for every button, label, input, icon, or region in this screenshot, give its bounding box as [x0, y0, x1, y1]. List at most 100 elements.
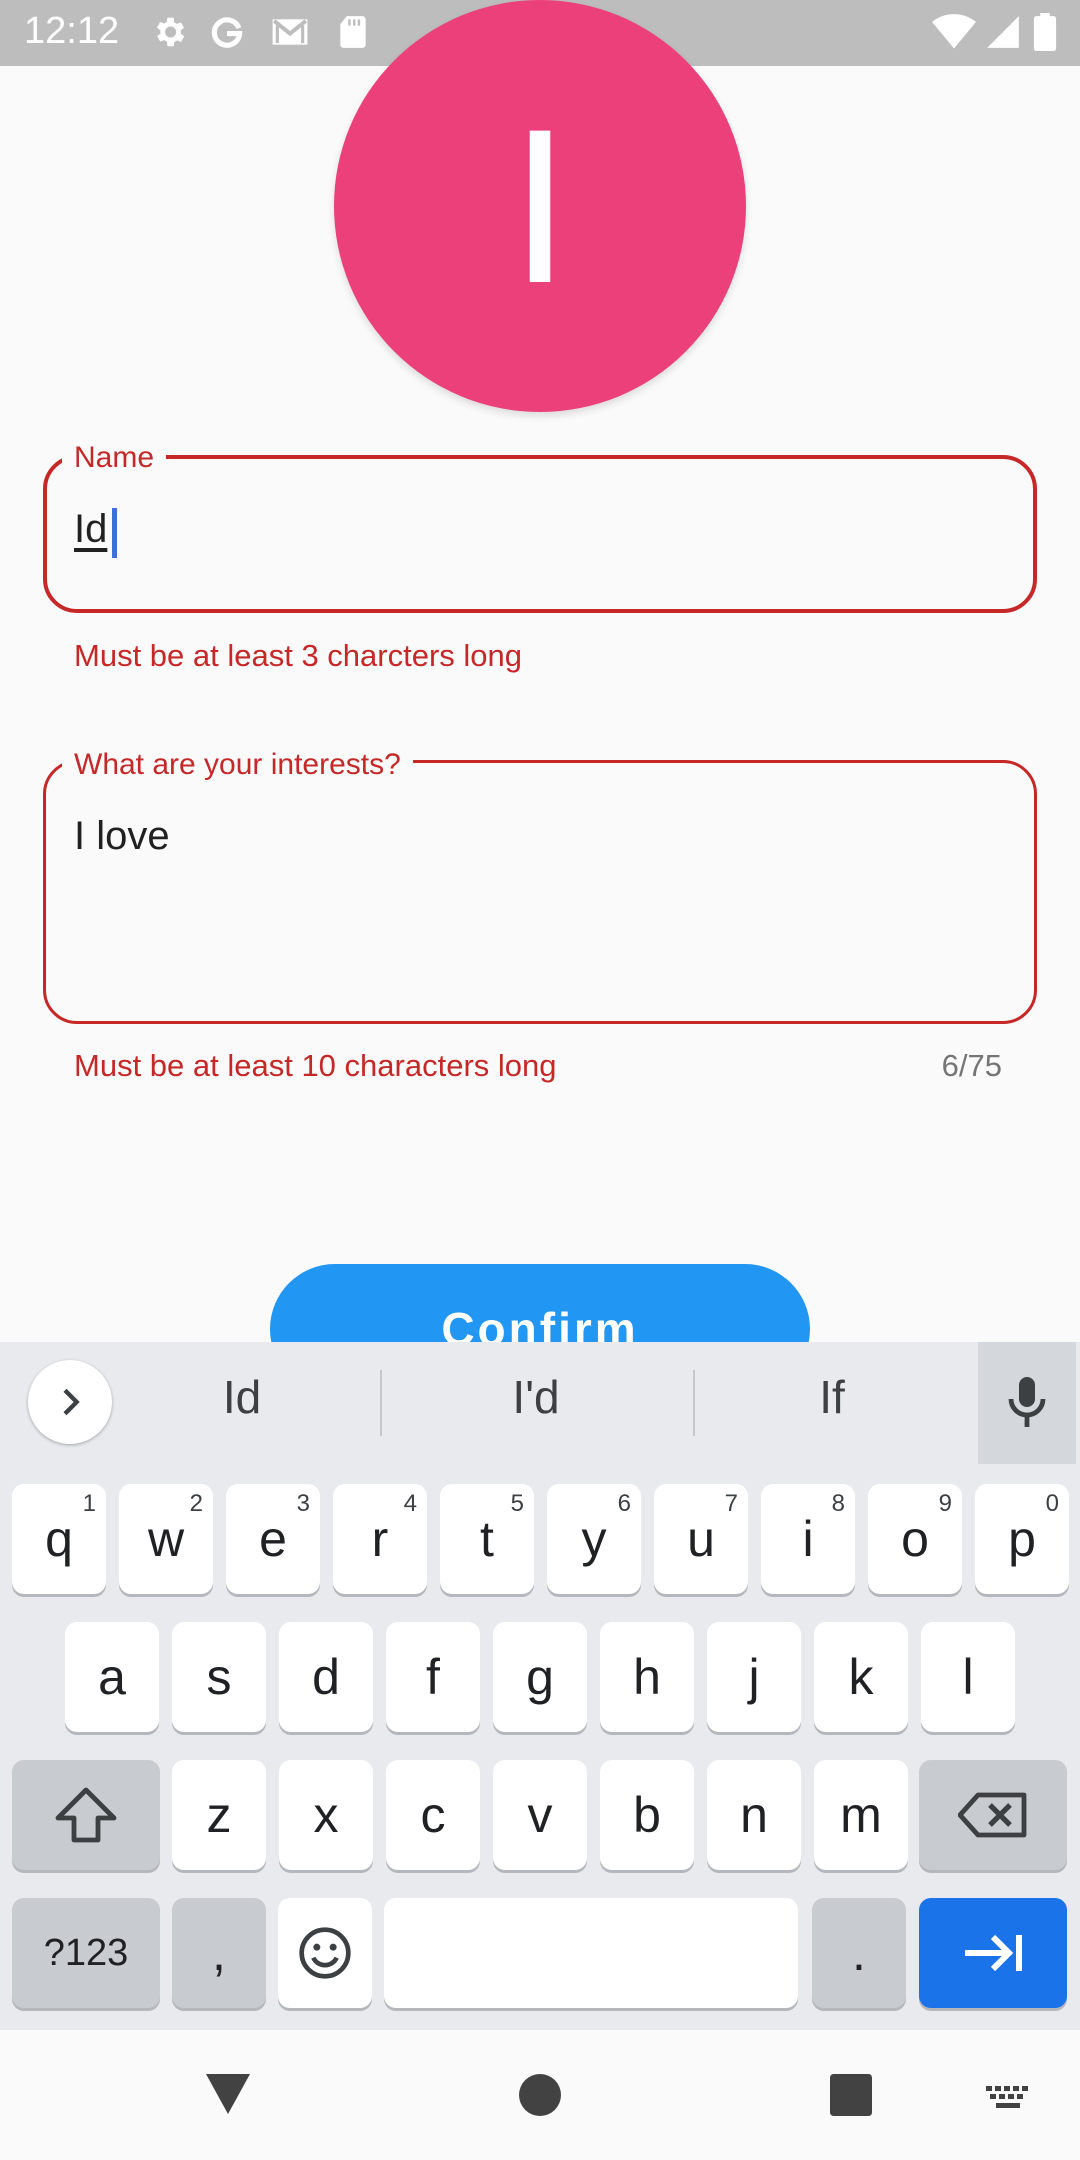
key-r-label: r	[371, 1511, 389, 1567]
symbols-key[interactable]: ?123	[12, 1898, 160, 2008]
key-q-hint: 1	[82, 1490, 96, 1517]
back-icon[interactable]	[204, 2072, 252, 2116]
name-error-text: Must be at least 3 charcters long	[74, 638, 523, 673]
key-u-hint: 7	[724, 1490, 738, 1517]
key-s-label: s	[206, 1649, 232, 1705]
shift-icon	[55, 1787, 117, 1843]
key-y-label: y	[581, 1511, 607, 1567]
suggestion-strip: Id I'd If	[0, 1342, 1080, 1464]
name-field-value[interactable]: Id	[74, 507, 107, 552]
key-a[interactable]: a	[65, 1622, 159, 1732]
key-f[interactable]: f	[386, 1622, 480, 1732]
key-h[interactable]: h	[600, 1622, 694, 1732]
soft-keyboard: Id I'd If ?123 , . q1w2e3r4t5y6u7i8o9p0a…	[0, 1342, 1080, 2030]
signal-icon	[984, 13, 1022, 51]
key-t[interactable]: t5	[440, 1484, 534, 1594]
key-q[interactable]: q1	[12, 1484, 106, 1594]
suggestion-3[interactable]: If	[712, 1370, 952, 1424]
key-n[interactable]: n	[707, 1760, 801, 1870]
key-w-label: w	[147, 1511, 185, 1567]
backspace-key[interactable]	[919, 1760, 1067, 1870]
key-j-label: j	[748, 1649, 760, 1705]
interests-field-label: What are your interests?	[62, 747, 413, 783]
suggestion-divider	[693, 1370, 695, 1436]
key-b[interactable]: b	[600, 1760, 694, 1870]
key-q-label: q	[45, 1511, 73, 1567]
key-p-hint: 0	[1045, 1490, 1059, 1517]
key-i-label: i	[802, 1511, 814, 1567]
key-d-label: d	[312, 1649, 340, 1705]
emoji-key[interactable]	[278, 1898, 372, 2008]
character-counter: 6/75	[941, 1048, 1002, 1083]
key-e-label: e	[259, 1511, 287, 1567]
key-i[interactable]: i8	[761, 1484, 855, 1594]
key-t-label: t	[480, 1511, 494, 1567]
key-r[interactable]: r4	[333, 1484, 427, 1594]
key-e-hint: 3	[296, 1490, 310, 1517]
sd-card-icon	[334, 13, 372, 51]
key-u[interactable]: u7	[654, 1484, 748, 1594]
comma-key[interactable]: ,	[172, 1898, 266, 2008]
name-field[interactable]	[43, 455, 1037, 613]
interests-field-value[interactable]: I love	[74, 814, 170, 859]
key-x-label: x	[313, 1787, 339, 1843]
key-m-label: m	[840, 1787, 882, 1843]
suggestion-2[interactable]: I'd	[416, 1370, 656, 1424]
wifi-icon	[932, 13, 976, 51]
expand-toolbar-button[interactable]	[28, 1360, 112, 1444]
battery-icon	[1032, 13, 1058, 51]
recents-icon[interactable]	[830, 2074, 872, 2116]
key-o-label: o	[901, 1511, 929, 1567]
key-k[interactable]: k	[814, 1622, 908, 1732]
key-i-hint: 8	[831, 1490, 845, 1517]
text-cursor	[112, 508, 117, 558]
key-c[interactable]: c	[386, 1760, 480, 1870]
key-w-hint: 2	[189, 1490, 203, 1517]
settings-icon	[150, 13, 188, 51]
key-l[interactable]: l	[921, 1622, 1015, 1732]
key-n-label: n	[740, 1787, 768, 1843]
key-h-label: h	[633, 1649, 661, 1705]
google-icon	[208, 13, 246, 51]
key-c-label: c	[420, 1787, 446, 1843]
avatar-initial: I	[509, 83, 571, 329]
next-field-key[interactable]	[919, 1898, 1067, 2008]
key-g-label: g	[526, 1649, 554, 1705]
key-l-label: l	[962, 1649, 974, 1705]
key-z[interactable]: z	[172, 1760, 266, 1870]
key-w[interactable]: w2	[119, 1484, 213, 1594]
key-f-label: f	[426, 1649, 440, 1705]
name-field-label: Name	[62, 440, 167, 476]
key-v-label: v	[527, 1787, 553, 1843]
key-v[interactable]: v	[493, 1760, 587, 1870]
key-s[interactable]: s	[172, 1622, 266, 1732]
gmail-icon	[268, 13, 312, 51]
keyboard-switch-icon[interactable]	[986, 2086, 1030, 2112]
key-m[interactable]: m	[814, 1760, 908, 1870]
home-icon[interactable]	[519, 2074, 561, 2116]
backspace-icon	[958, 1792, 1027, 1838]
tab-arrow-icon	[965, 1934, 1022, 1972]
emoji-icon	[299, 1927, 351, 1979]
key-d[interactable]: d	[279, 1622, 373, 1732]
key-k-label: k	[848, 1649, 874, 1705]
key-t-hint: 5	[510, 1490, 524, 1517]
shift-key[interactable]	[12, 1760, 160, 1870]
key-e[interactable]: e3	[226, 1484, 320, 1594]
key-g[interactable]: g	[493, 1622, 587, 1732]
space-key[interactable]	[384, 1898, 798, 2008]
key-y[interactable]: y6	[547, 1484, 641, 1594]
key-j[interactable]: j	[707, 1622, 801, 1732]
key-p-label: p	[1008, 1511, 1036, 1567]
period-key[interactable]: .	[812, 1898, 906, 2008]
key-a-label: a	[98, 1649, 126, 1705]
key-o-hint: 9	[938, 1490, 952, 1517]
interests-field[interactable]	[43, 760, 1037, 1024]
key-x[interactable]: x	[279, 1760, 373, 1870]
key-p[interactable]: p0	[975, 1484, 1069, 1594]
key-o[interactable]: o9	[868, 1484, 962, 1594]
suggestion-1[interactable]: Id	[122, 1370, 362, 1424]
avatar: I	[334, 0, 746, 412]
suggestion-divider	[380, 1370, 382, 1436]
voice-input-button[interactable]	[978, 1342, 1076, 1464]
